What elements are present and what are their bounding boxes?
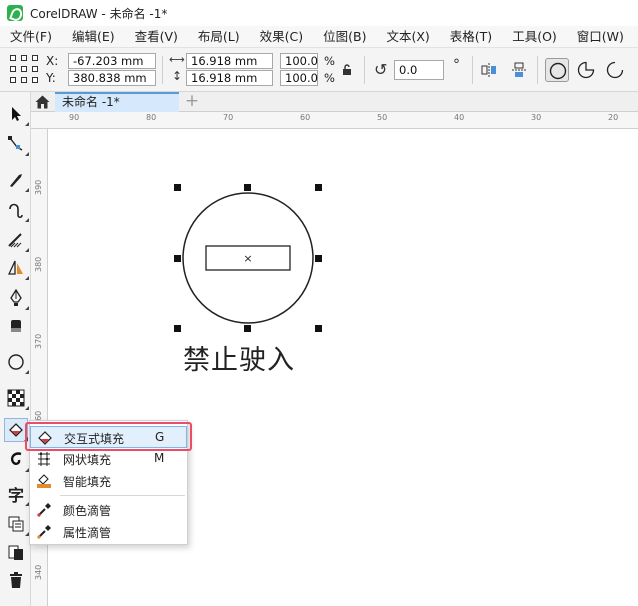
selection-handle[interactable] xyxy=(244,325,251,332)
mesh-fill-icon xyxy=(38,452,50,466)
selection-handle[interactable] xyxy=(315,325,322,332)
center-mark: × xyxy=(243,252,252,265)
fill-tool-flyout: 交互式填充 G 网状填充 M 智能填充 颜色滴管 属性滴管 xyxy=(29,420,188,545)
smart-fill-icon xyxy=(37,474,51,488)
flyout-item-smart-fill[interactable]: 智能填充 xyxy=(30,470,187,492)
flyout-item-shortcut: G xyxy=(155,430,165,444)
sign-caption[interactable]: 禁止驶入 xyxy=(183,338,295,377)
attributes-eyedropper-icon xyxy=(37,525,51,539)
selection-handle[interactable] xyxy=(174,255,181,262)
flyout-item-attributes-eyedropper[interactable]: 属性滴管 xyxy=(30,521,187,543)
flyout-item-label: 网状填充 xyxy=(63,453,112,467)
selection-handle[interactable] xyxy=(244,184,251,191)
interactive-fill-icon xyxy=(38,431,52,445)
flyout-item-mesh-fill[interactable]: 网状填充 M xyxy=(30,448,187,470)
flyout-item-label: 属性滴管 xyxy=(63,526,112,540)
flyout-item-interactive-fill[interactable]: 交互式填充 G xyxy=(30,426,187,448)
color-eyedropper-icon xyxy=(37,503,51,517)
flyout-item-shortcut: M xyxy=(154,451,165,465)
flyout-item-label: 交互式填充 xyxy=(64,432,125,446)
selection-handle[interactable] xyxy=(315,184,322,191)
flyout-item-color-eyedropper[interactable]: 颜色滴管 xyxy=(30,499,187,521)
flyout-separator xyxy=(60,495,185,496)
flyout-item-label: 颜色滴管 xyxy=(63,504,112,518)
selection-handle[interactable] xyxy=(315,255,322,262)
selection-handle[interactable] xyxy=(174,184,181,191)
selection-handle[interactable] xyxy=(174,325,181,332)
flyout-item-label: 智能填充 xyxy=(63,475,112,489)
